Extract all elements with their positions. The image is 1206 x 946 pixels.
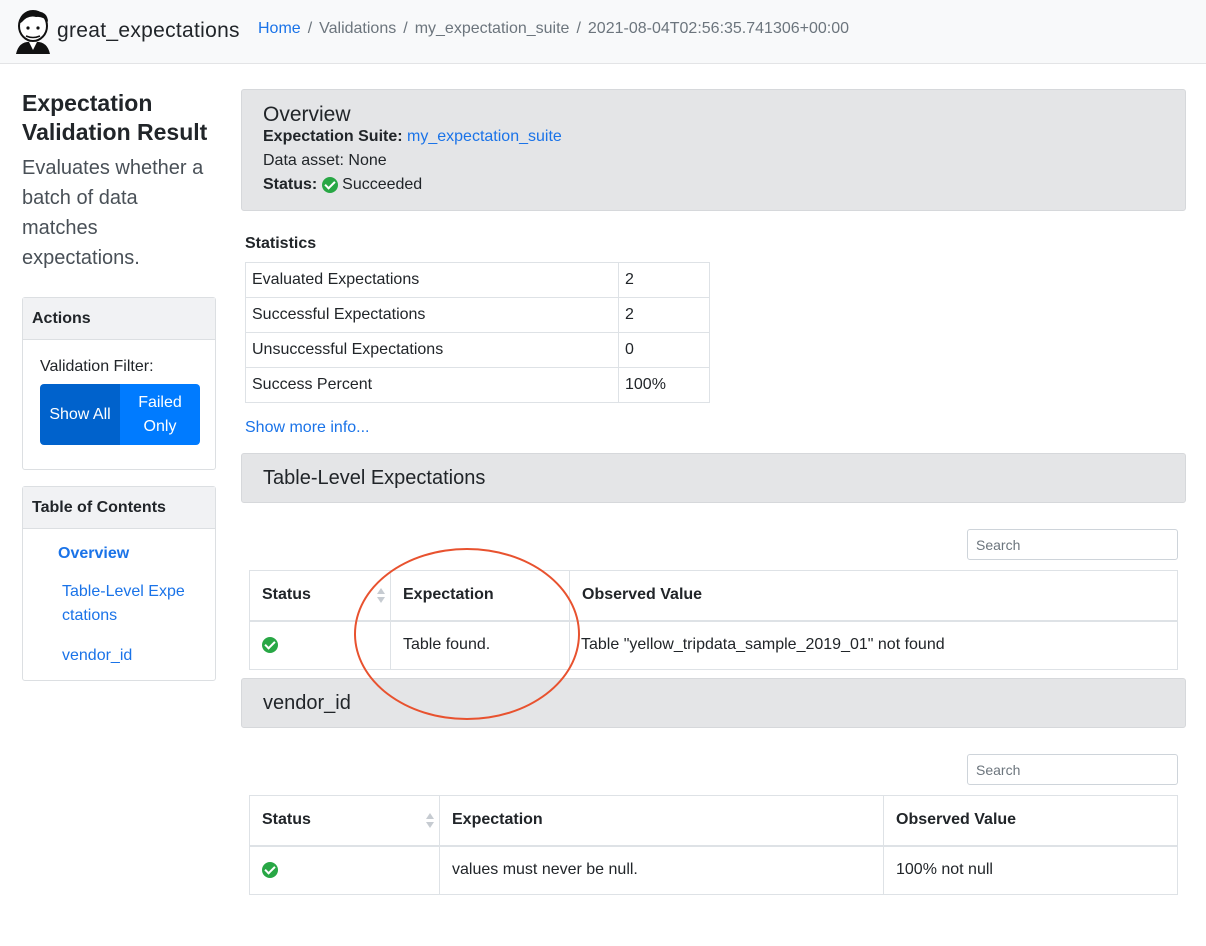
- data-asset-value: None: [348, 152, 387, 169]
- column-label: Status: [262, 811, 311, 829]
- table-row: values must never be null. 100% not null: [249, 845, 1178, 895]
- breadcrumb-separator: /: [307, 20, 313, 37]
- breadcrumb-separator: /: [403, 20, 408, 37]
- search-input[interactable]: Search: [967, 754, 1178, 785]
- suite-label: Expectation Suite:: [263, 128, 403, 145]
- toc-item-vendor-id[interactable]: vendor_id: [62, 644, 132, 668]
- table-of-contents-header: Table of Contents: [23, 487, 215, 529]
- failed-only-button[interactable]: Failed Only: [120, 384, 200, 445]
- table-row: Successful Expectations 2: [245, 297, 710, 333]
- overview-suite-row: Expectation Suite: my_expectation_suite: [263, 128, 562, 146]
- table-row: Table found. Table "yellow_tripdata_samp…: [249, 620, 1178, 670]
- section-title: vendor_id: [263, 692, 351, 714]
- table-header-row: Status Expectation Observed Value: [249, 795, 1178, 847]
- breadcrumb-run-id: 2021-08-04T02:56:35.741306+00:00: [587, 20, 850, 37]
- column-label: Observed Value: [582, 586, 703, 604]
- statistics-title: Statistics: [245, 235, 317, 252]
- status-cell: [249, 620, 391, 670]
- section-title: Table-Level Expectations: [263, 467, 486, 489]
- page-description: Evaluates whether a batch of data matche…: [22, 157, 204, 269]
- success-check-icon: [262, 637, 278, 654]
- data-asset-label: Data asset:: [263, 152, 344, 169]
- status-column-header[interactable]: Status: [249, 570, 391, 622]
- vendor-id-section-header: vendor_id: [241, 678, 1186, 728]
- brand-name[interactable]: great_expectations: [57, 19, 240, 43]
- success-check-icon: [321, 177, 338, 193]
- success-check-icon: [262, 862, 278, 879]
- expectation-column-header[interactable]: Expectation: [390, 570, 570, 622]
- observed-value-column-header[interactable]: Observed Value: [569, 570, 1178, 622]
- sort-icon[interactable]: [377, 588, 385, 604]
- statistics-table: Evaluated Expectations 2 Successful Expe…: [245, 262, 710, 403]
- page-title: Expectation Validation Result: [22, 90, 208, 145]
- column-label: Observed Value: [896, 811, 1017, 829]
- status-label: Status:: [263, 176, 318, 193]
- expectation-cell: values must never be null.: [439, 845, 884, 895]
- table-row: Evaluated Expectations 2: [245, 262, 710, 298]
- breadcrumb-suite: my_expectation_suite: [414, 20, 570, 37]
- breadcrumb-validations: Validations: [319, 20, 397, 37]
- table-row: Success Percent 100%: [245, 367, 710, 403]
- stat-label: Successful Expectations: [245, 297, 619, 333]
- breadcrumb-home-link[interactable]: Home: [258, 20, 301, 37]
- expectation-cell: Table found.: [390, 620, 570, 670]
- observed-value-column-header[interactable]: Observed Value: [883, 795, 1178, 847]
- overview-panel: Overview Expectation Suite: my_expectati…: [241, 89, 1186, 211]
- stat-value: 2: [618, 262, 710, 298]
- table-row: Unsuccessful Expectations 0: [245, 332, 710, 368]
- toc-item-table-level-expectations[interactable]: Table-Level Expectations: [62, 580, 192, 628]
- column-label: Status: [262, 586, 311, 604]
- stat-label: Unsuccessful Expectations: [245, 332, 619, 368]
- search-input[interactable]: Search: [967, 529, 1178, 560]
- table-of-contents-card: Table of Contents Overview Table-Level E…: [22, 486, 216, 681]
- actions-card: Actions Validation Filter: Show All Fail…: [22, 297, 216, 470]
- show-all-button[interactable]: Show All: [40, 384, 120, 445]
- expectation-column-header[interactable]: Expectation: [439, 795, 884, 847]
- vendor-id-results-table: Status Expectation Observed Value values…: [249, 795, 1178, 895]
- suite-link[interactable]: my_expectation_suite: [407, 128, 562, 145]
- observed-value-cell: 100% not null: [883, 845, 1178, 895]
- stat-value: 2: [618, 297, 710, 333]
- validation-filter-button-group: Show All Failed Only: [40, 384, 200, 445]
- actions-card-header: Actions: [23, 298, 215, 340]
- validation-filter-label: Validation Filter:: [40, 358, 154, 375]
- breadcrumb: Home / Validations / my_expectation_suite / 20…: [258, 20, 849, 38]
- overview-asset-row: Data asset: None: [263, 152, 387, 170]
- table-level-results-table: Status Expectation Observed Value Table …: [249, 570, 1178, 670]
- stat-value: 0: [618, 332, 710, 368]
- status-cell: [249, 845, 440, 895]
- table-level-expectations-header: Table-Level Expectations: [241, 453, 1186, 503]
- overview-status-row: Status: Succeeded: [263, 176, 422, 194]
- column-label: Expectation: [452, 811, 543, 829]
- sort-icon[interactable]: [426, 813, 434, 829]
- stat-value: 100%: [618, 367, 710, 403]
- show-more-info-link[interactable]: Show more info...: [245, 419, 370, 437]
- navbar: great_expectations Home / Validations / my_e…: [0, 0, 1206, 64]
- stat-label: Success Percent: [245, 367, 619, 403]
- overview-title: Overview: [263, 103, 351, 126]
- table-header-row: Status Expectation Observed Value: [249, 570, 1178, 622]
- observed-value-cell: Table "yellow_tripdata_sample_2019_01" n…: [569, 620, 1178, 670]
- breadcrumb-separator: /: [576, 20, 581, 37]
- column-label: Expectation: [403, 586, 494, 604]
- status-value: Succeeded: [342, 176, 423, 193]
- great-expectations-logo-icon[interactable]: [10, 8, 56, 56]
- status-column-header[interactable]: Status: [249, 795, 440, 847]
- toc-item-overview[interactable]: Overview: [58, 542, 129, 566]
- stat-label: Evaluated Expectations: [245, 262, 619, 298]
